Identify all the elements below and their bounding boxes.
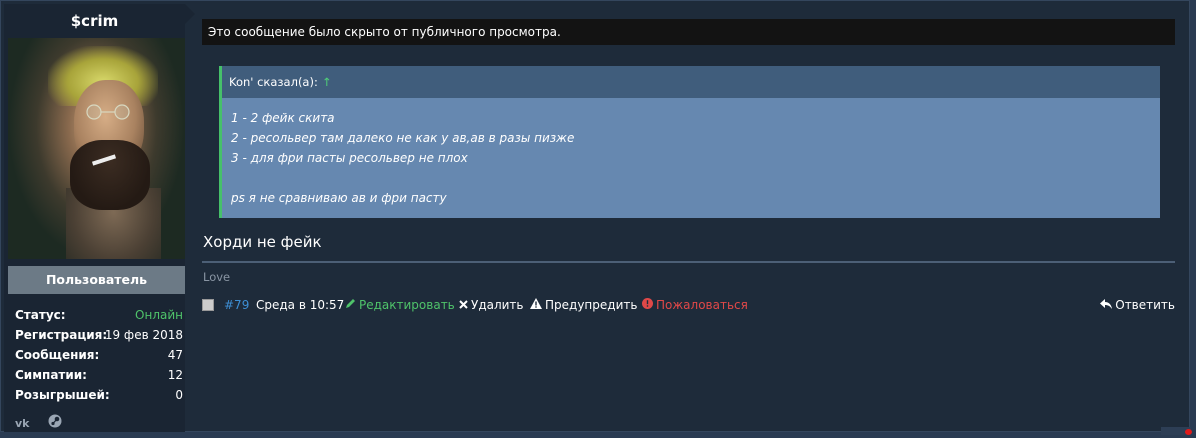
steam-icon[interactable] (48, 413, 62, 432)
delete-label: Удалить (471, 298, 524, 312)
quote-line: 1 - 2 фейк скита (231, 111, 335, 125)
stat-label: Сообщения: (15, 348, 100, 362)
quote-line: 2 - ресольвер там далеко не как у ав,ав … (231, 131, 575, 145)
pencil-icon (345, 298, 356, 312)
signature-divider (202, 261, 1175, 263)
social-links: vk (15, 413, 72, 430)
warning-icon (530, 298, 542, 312)
reply-icon (1100, 298, 1113, 312)
user-role-badge: Пользователь (8, 266, 185, 294)
indicator-dot (1185, 429, 1192, 435)
quote-body: 1 - 2 фейк скита 2 - ресольвер там далек… (222, 98, 1160, 218)
warn-button[interactable]: Предупредить (530, 298, 637, 312)
reply-button[interactable]: Ответить (1100, 298, 1175, 312)
edit-label: Редактировать (359, 298, 455, 312)
warn-label: Предупредить (545, 298, 638, 312)
report-label: Пожаловаться (656, 298, 748, 312)
quote-header[interactable]: Kon' сказал(а): ↑ (222, 66, 1160, 98)
stat-label: Статус: (15, 308, 66, 322)
report-button[interactable]: Пожаловаться (642, 298, 748, 312)
report-icon (642, 298, 653, 312)
post-text: Хорди не фейк (203, 233, 322, 251)
quote-author[interactable]: Kon' сказал(а): (229, 75, 318, 89)
post-actions: #79 Среда в 10:57 Редактировать Удалить … (202, 298, 1175, 314)
user-sidebar: $crim Пользователь Статус: Онлайн Регист… (4, 4, 185, 432)
quote-block: Kon' сказал(а): ↑ 1 - 2 фейк скита 2 - ре… (219, 66, 1160, 218)
close-icon (459, 298, 468, 312)
signature: Love (203, 270, 231, 284)
avatar[interactable] (8, 38, 185, 259)
stat-value: 47 (167, 348, 183, 362)
svg-text:vk: vk (15, 417, 30, 428)
stat-value: 19 фев 2018 (104, 328, 183, 342)
vk-icon[interactable]: vk (15, 413, 33, 432)
quote-line: ps я не сравниваю ав и фри пасту (231, 191, 447, 205)
stat-label: Розыгрышей: (15, 388, 110, 402)
quote-jump-icon[interactable]: ↑ (322, 75, 332, 89)
stat-value: 12 (167, 368, 183, 382)
post-date[interactable]: Среда в 10:57 (256, 298, 344, 312)
hidden-notice: Это сообщение было скрыто от публичного … (202, 19, 1175, 45)
reply-label: Ответить (1115, 298, 1175, 312)
stat-value: 0 (175, 388, 183, 402)
edit-button[interactable]: Редактировать (345, 298, 455, 312)
post-number-link[interactable]: #79 (224, 298, 249, 312)
quote-line (231, 168, 1160, 188)
delete-button[interactable]: Удалить (459, 298, 524, 312)
username[interactable]: $crim (4, 12, 185, 30)
stat-value: Онлайн (135, 308, 183, 322)
stat-label: Симпатии: (15, 368, 87, 382)
select-checkbox[interactable] (202, 299, 214, 311)
sidebar-pointer (185, 4, 195, 24)
stat-label: Регистрация: (15, 328, 108, 342)
quote-line: 3 - для фри пасты ресольвер не плох (231, 151, 468, 165)
